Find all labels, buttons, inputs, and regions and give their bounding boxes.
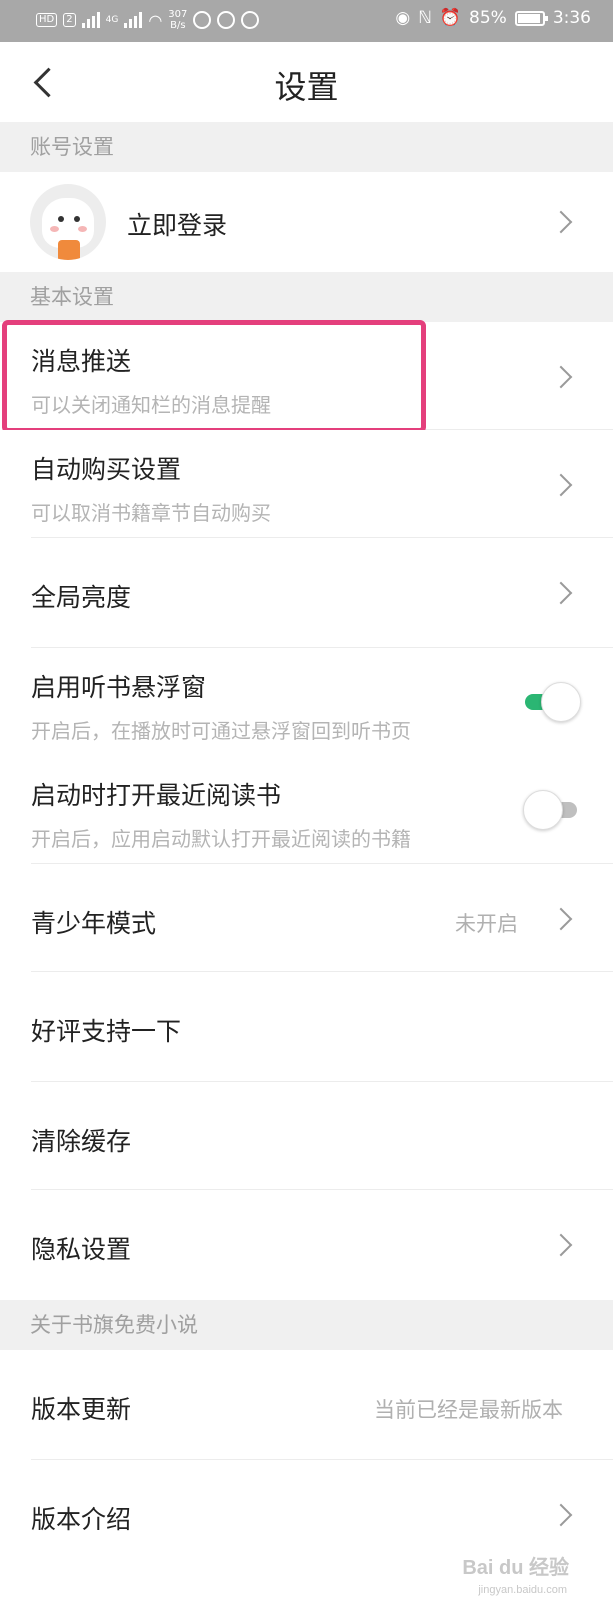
rate-title: 好评支持一下 [31,1017,182,1046]
battery-percent: 85% [469,8,507,28]
listen-float-row: 启用听书悬浮窗 开启后，在播放时可通过悬浮窗回到听书页 [0,648,613,756]
open-recent-subtitle: 开启后，应用启动默认打开最近阅读的书籍 [31,827,411,851]
section-header-about: 关于书旗免费小说 [0,1300,613,1350]
youth-mode-status: 未开启 [455,912,518,936]
wifi-icon: ◠ [148,10,163,30]
open-recent-title: 启动时打开最近阅读书 [31,781,282,810]
login-label: 立即登录 [127,211,228,240]
listen-float-toggle[interactable] [523,682,583,722]
network-speed: 307 B/s [168,9,187,31]
nav-bar: 设置 [0,42,613,122]
alarm-icon: ⏰ [439,8,462,28]
sim-badge: 2 [63,13,76,27]
push-notification-subtitle: 可以关闭通知栏的消息提醒 [31,393,271,417]
auto-buy-row[interactable]: 自动购买设置 可以取消书籍章节自动购买 [0,430,613,538]
listen-float-title: 启用听书悬浮窗 [31,673,207,702]
chevron-right-icon [549,1503,573,1527]
notification-icon [241,11,260,29]
chevron-right-icon [549,365,573,389]
page-title: 设置 [274,68,339,106]
section-header-basic: 基本设置 [0,272,613,322]
privacy-title: 隐私设置 [31,1235,132,1264]
chevron-right-icon [549,1233,573,1257]
clock: 3:36 [552,8,591,28]
brightness-row[interactable]: 全局亮度 [0,538,613,648]
chevron-right-icon [549,581,573,605]
push-notification-title: 消息推送 [31,347,132,376]
chevron-right-icon [549,210,573,234]
signal-icon [81,12,100,28]
app-notification-icon [193,11,212,29]
network-type-label: 4G [105,15,119,25]
brightness-title: 全局亮度 [31,583,132,612]
status-bar-left: HD 2 4G ◠ 307 B/s [36,9,260,31]
network-speed-unit: B/s [170,20,186,31]
watermark-logo: Bai du 经验 [462,1557,569,1579]
chevron-right-icon [549,473,573,497]
signal-icon-2 [124,12,143,28]
chevron-right-icon [549,907,573,931]
version-update-status: 当前已经是最新版本 [374,1398,563,1422]
battery-icon [514,10,548,26]
push-notification-row[interactable]: 消息推送 可以关闭通知栏的消息提醒 [0,322,613,430]
youth-mode-title: 青少年模式 [31,909,157,938]
status-bar: HD 2 4G ◠ 307 B/s ◉ ℕ ⏰ 85% 3:36 [0,0,613,42]
version-update-title: 版本更新 [31,1395,132,1424]
network-speed-value: 307 [168,9,188,20]
auto-buy-subtitle: 可以取消书籍章节自动购买 [31,501,271,525]
rate-row[interactable]: 好评支持一下 [0,972,613,1082]
youth-mode-row[interactable]: 青少年模式 未开启 [0,864,613,972]
watermark-url: jingyan.baidu.com [478,1584,567,1596]
section-header-account: 账号设置 [0,122,613,172]
avatar [30,184,106,260]
privacy-row[interactable]: 隐私设置 [0,1190,613,1300]
clear-cache-title: 清除缓存 [31,1127,132,1156]
version-update-row[interactable]: 版本更新 当前已经是最新版本 [0,1350,613,1460]
eye-icon: ◉ [395,8,411,28]
login-row[interactable]: 立即登录 [0,172,613,272]
open-recent-row: 启动时打开最近阅读书 开启后，应用启动默认打开最近阅读的书籍 [0,756,613,864]
version-intro-title: 版本介绍 [31,1505,132,1534]
clear-cache-row[interactable]: 清除缓存 [0,1082,613,1190]
status-bar-right: ◉ ℕ ⏰ 85% 3:36 [395,8,591,28]
nfc-icon: ℕ [418,8,432,28]
wechat-icon [217,11,236,29]
auto-buy-title: 自动购买设置 [31,455,182,484]
hd-badge: HD [36,13,58,27]
listen-float-subtitle: 开启后，在播放时可通过悬浮窗回到听书页 [31,719,411,743]
open-recent-toggle[interactable] [523,790,583,830]
